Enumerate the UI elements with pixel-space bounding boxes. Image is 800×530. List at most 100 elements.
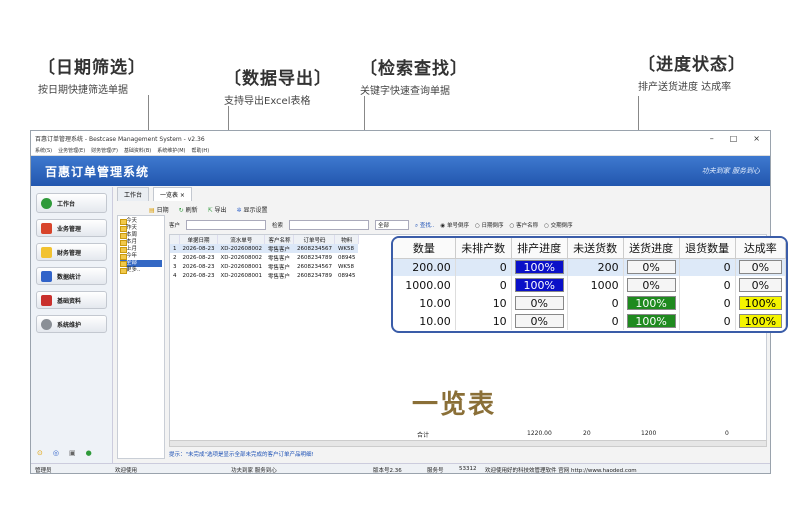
search-input[interactable] xyxy=(289,220,370,230)
status-website: 欢迎使用好的科技效管理软件 官网 http://www.haoded.com xyxy=(485,468,637,474)
tree-item-selected[interactable]: 全部 xyxy=(120,260,162,267)
cell: 2608234789 xyxy=(296,254,332,261)
feature-search: 〔检索查找〕 关键字快速查询单据 xyxy=(360,54,468,97)
folder-icon xyxy=(41,246,52,258)
export-label: 导出 xyxy=(214,206,227,214)
column-header[interactable]: 流水单号 xyxy=(217,235,266,244)
date-label: 日期 xyxy=(156,206,169,214)
refresh-label: 刷新 xyxy=(185,206,198,214)
tab-workbench[interactable]: 工作台 xyxy=(117,187,150,201)
tree-item[interactable]: 本周 xyxy=(120,232,162,239)
column-header[interactable]: 物料 xyxy=(334,235,359,244)
table-row[interactable]: 3 2026-08-23 XD-202608001 零售客户 2608234567 WK5… xyxy=(170,262,358,271)
export-button[interactable]: ⇱ 导出 xyxy=(208,205,227,214)
cell: 2608234567 xyxy=(293,244,335,253)
maximize-button[interactable]: □ xyxy=(730,134,738,143)
home-icon[interactable]: ⊙ xyxy=(37,449,43,457)
sidebar-item-label: 基础资料 xyxy=(57,297,82,305)
column-header[interactable] xyxy=(170,235,180,244)
sort-label: 客户名称 xyxy=(516,223,539,229)
display-settings-button[interactable]: ✲ 显示设置 xyxy=(237,205,268,214)
menu-finance[interactable]: 财务管理(F) xyxy=(91,147,118,154)
menu-maintenance[interactable]: 系统维护(M) xyxy=(157,147,185,154)
table-row[interactable]: 2 2026-08-23 XD-202608002 零售客户 2608234789 089… xyxy=(170,253,358,262)
gear-icon xyxy=(41,318,52,330)
delivery-progress-bar: 100% xyxy=(626,296,676,310)
feature-title: 〔检索查找〕 xyxy=(360,59,468,79)
scope-value: 全部 xyxy=(378,223,390,229)
sort-option[interactable]: ○ 客户名称 xyxy=(510,221,539,229)
returned-cell: 0 xyxy=(679,258,736,276)
status-user: 管理员 xyxy=(35,468,52,474)
tree-item[interactable]: 今年 xyxy=(120,253,162,260)
sidebar-item-basic-data[interactable]: 基础资料 xyxy=(36,291,107,309)
sidebar-item-statistics[interactable]: 数据统计 xyxy=(36,267,107,285)
cell: 1 xyxy=(170,244,180,253)
returned-cell: 0 xyxy=(679,276,736,294)
app-title: 百惠订单管理系统 xyxy=(45,164,150,179)
cell: 2026-08-23 xyxy=(182,263,215,270)
cell: 零售客户 xyxy=(267,273,290,280)
tab-overview[interactable]: 一览表 × xyxy=(153,187,192,201)
progress-zoom-panel: 数量 未排产数 排产进度 未送货数 送货进度 退货数量 达成率 200.00 0 1… xyxy=(391,236,788,333)
export-icon: ⇱ xyxy=(207,206,213,214)
cell: XD-202608002 xyxy=(220,254,262,261)
cell: 08945 xyxy=(337,254,356,261)
sidebar-item-finance[interactable]: 财务管理 xyxy=(36,243,107,261)
horizontal-scrollbar[interactable] xyxy=(169,440,767,447)
feature-progress: 〔进度状态〕 排产送货进度 达成率 xyxy=(638,50,746,93)
column-header: 退货数量 xyxy=(679,238,736,259)
completion-rate: 100% xyxy=(735,312,786,330)
schedule-progress: 0% xyxy=(511,294,568,312)
minimize-button[interactable]: – xyxy=(710,134,714,143)
sidebar-item-maintenance[interactable]: 系统维护 xyxy=(36,315,107,333)
tab-strip: 工作台 一览表 × xyxy=(117,187,192,201)
tree-item[interactable]: 昨天 xyxy=(120,225,162,232)
sort-option[interactable]: ◉ 单号倒序 xyxy=(440,221,469,229)
menu-system[interactable]: 系统(S) xyxy=(35,147,52,154)
column-header[interactable]: 单据日期 xyxy=(179,235,218,244)
progress-row[interactable]: 10.00 10 0% 0 100% 0 100% xyxy=(393,294,786,312)
completion-rate: 0% xyxy=(735,258,786,276)
table-row[interactable]: 1 2026-08-23 XD-202608002 零售客户 2608234567 WK5… xyxy=(170,244,359,253)
progress-row[interactable]: 10.00 10 0% 0 100% 0 100% xyxy=(393,312,786,330)
delivery-progress: 0% xyxy=(623,258,680,276)
feature-subtitle: 按日期快捷筛选单据 xyxy=(38,85,128,96)
power-icon[interactable]: ● xyxy=(86,449,92,457)
scope-select[interactable]: 全部 xyxy=(375,220,410,230)
sidebar-item-label: 工作台 xyxy=(57,200,76,208)
status-service-number: 53312 xyxy=(459,466,477,472)
column-header[interactable]: 订单号码 xyxy=(293,235,336,244)
progress-row[interactable]: 200.00 0 100% 200 0% 0 0% xyxy=(393,258,786,276)
find-button[interactable]: ⌕ 查找.. xyxy=(415,221,434,230)
tree-item[interactable]: 上月 xyxy=(120,246,162,253)
delivery-progress: 100% xyxy=(623,312,680,330)
calendar-icon: ▤ xyxy=(149,206,155,214)
close-button[interactable]: × xyxy=(753,134,760,143)
date-button[interactable]: ▤ 日期 xyxy=(149,205,169,214)
menu-help[interactable]: 帮助(H) xyxy=(191,147,209,154)
sidebar-item-workbench[interactable]: 工作台 xyxy=(36,193,107,213)
tree-item[interactable]: 更多.. xyxy=(120,267,162,274)
unsent-cell: 0 xyxy=(567,294,624,312)
sort-option[interactable]: ○ 日期倒序 xyxy=(475,221,504,229)
customer-select[interactable] xyxy=(186,220,267,230)
menu-basic-data[interactable]: 基础资料(B) xyxy=(124,147,151,154)
cell: 2026-08-23 xyxy=(182,254,215,261)
column-header[interactable]: 客户名称 xyxy=(264,235,295,244)
column-header: 未送货数 xyxy=(567,238,624,259)
progress-row[interactable]: 1000.00 0 100% 1000 0% 0 0% xyxy=(393,276,786,294)
sidebar-item-label: 系统维护 xyxy=(57,321,82,329)
totals-label: 合计 xyxy=(417,432,430,439)
sidebar-item-business[interactable]: 业务管理 xyxy=(36,219,107,237)
menu-business[interactable]: 业务管理(E) xyxy=(58,147,85,154)
cell: 2608234567 xyxy=(296,263,332,270)
table-row[interactable]: 4 2026-08-23 XD-202608001 零售客户 2608234789 089… xyxy=(170,271,358,280)
tree-item[interactable]: 今天 xyxy=(120,218,162,225)
check-icon xyxy=(41,197,52,209)
calculator-icon[interactable]: ▣ xyxy=(69,449,76,457)
settings-icon[interactable]: ◎ xyxy=(53,449,59,457)
tree-item[interactable]: 本月 xyxy=(120,239,162,246)
refresh-button[interactable]: ↻ 刷新 xyxy=(179,205,198,214)
sort-option[interactable]: ○ 交期倒序 xyxy=(544,221,573,229)
